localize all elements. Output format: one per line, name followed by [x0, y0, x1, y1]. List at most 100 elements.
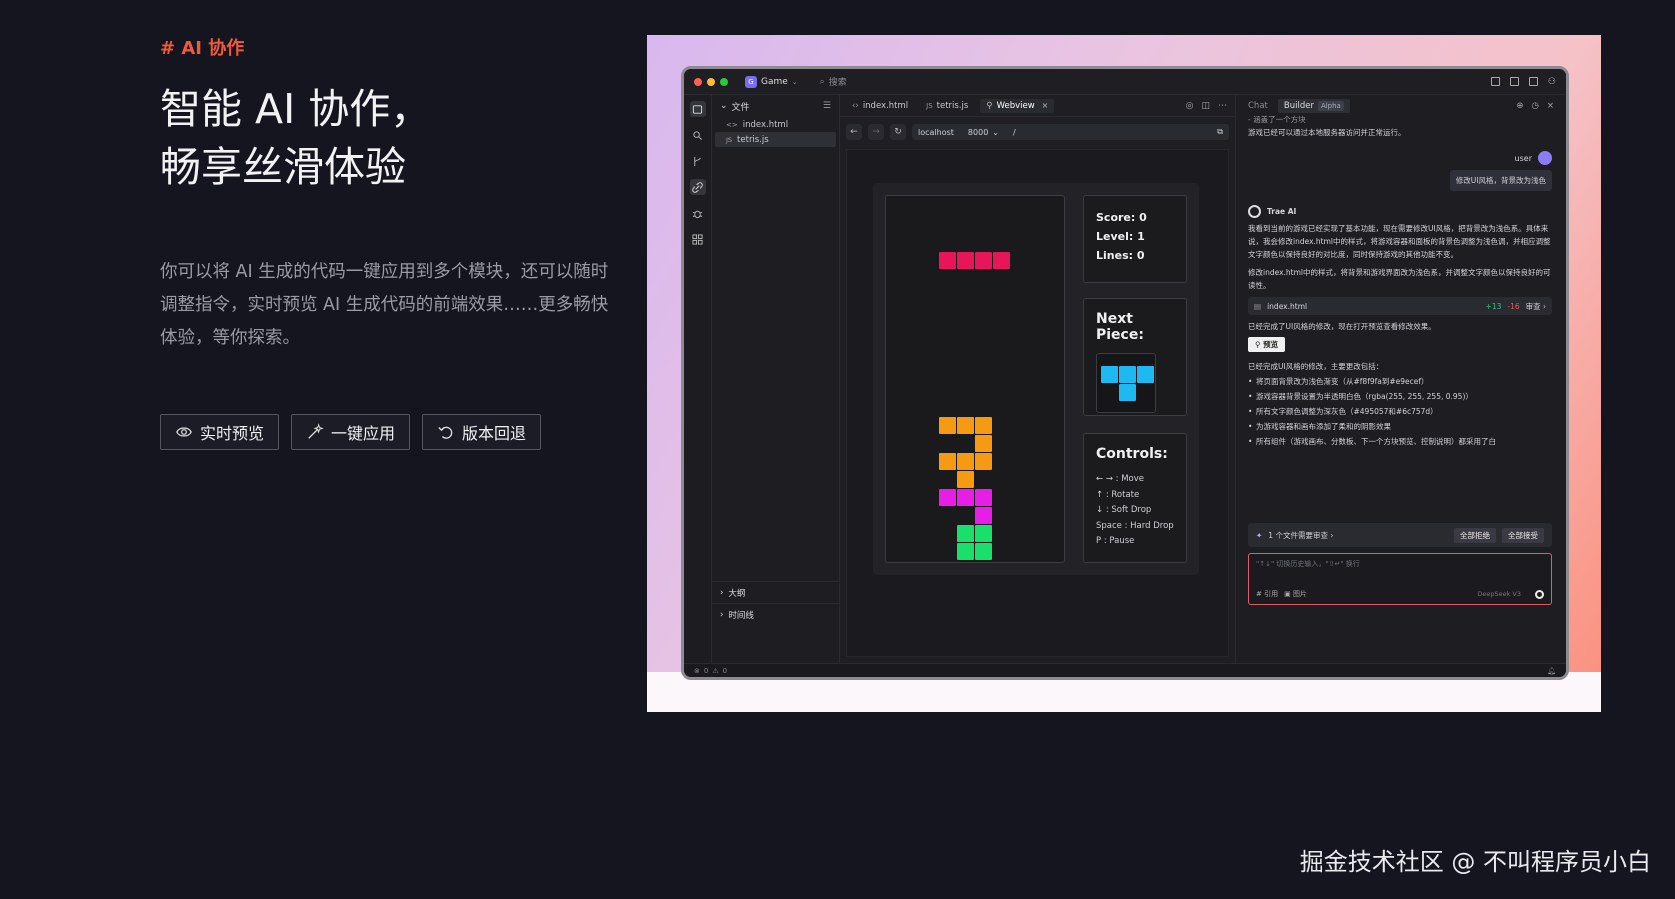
command-search[interactable]: ⌕ 搜索 [820, 75, 847, 89]
image-button[interactable]: ▣ 图片 [1284, 589, 1307, 599]
tab-webview[interactable]: ⚲ Webview × [980, 98, 1055, 113]
search-icon [693, 130, 702, 140]
tetris-game: Score: 0 Level: 1 Lines: 0 Next Piece: C… [873, 183, 1199, 575]
editor-actions: ◎ ◫ ⋯ [1186, 101, 1235, 111]
warning-icon[interactable]: ⚠ [712, 667, 718, 675]
tetris-board[interactable] [885, 195, 1065, 563]
builder-label: Builder [1283, 101, 1314, 111]
tab-tetris-js[interactable]: JS tetris.js [920, 99, 974, 113]
change-bullet: 所有文字颜色调整为深灰色（#495057和#6c757d） [1248, 405, 1552, 418]
notification-icon[interactable]: 🔔︎ [1547, 667, 1556, 675]
change-bullet: 将页面背景改为浅色渐变（从#f8f9fa到#e9ecef） [1248, 375, 1552, 388]
file-name: tetris.js [737, 134, 769, 145]
url-input[interactable]: localhost 8000 ⌄ / ⧉ [912, 124, 1229, 140]
search-activity[interactable] [690, 127, 706, 143]
send-icon[interactable] [1535, 589, 1544, 599]
review-text[interactable]: 1 个文件需要审查 › [1268, 530, 1333, 541]
chat-input-placeholder: "↑↓" 切换历史输入，"⇧↵" 换行 [1256, 560, 1360, 568]
extensions-activity[interactable] [690, 231, 706, 247]
version-rollback-button[interactable]: 版本回退 [422, 414, 542, 450]
falling-piece-block [957, 252, 974, 269]
tab-label: tetris.js [936, 100, 969, 111]
error-icon[interactable]: ⊗ [694, 667, 700, 675]
change-bullet: 为游戏容器和画布添加了柔和的阴影效果 [1248, 420, 1552, 433]
next-piece-block [1137, 366, 1154, 383]
stacked-block [957, 525, 974, 542]
source-control-activity[interactable] [690, 153, 706, 169]
close-window-dot[interactable] [694, 77, 702, 86]
accept-all-button[interactable]: 全部接受 [1502, 527, 1544, 543]
file-icon: ▤ [1254, 301, 1262, 311]
branch-icon [694, 156, 701, 166]
webview-activity[interactable] [689, 179, 706, 195]
stacked-block [975, 435, 992, 452]
score-text: Score: 0 [1096, 211, 1147, 224]
project-name: Game [761, 76, 788, 87]
editor-area: ‹› index.html JS tetris.js ⚲ Webview × ◎ ◫ ⋯… [840, 95, 1236, 663]
tab-index-html[interactable]: ‹› index.html [846, 99, 914, 113]
account-icon[interactable]: ⚇ [1548, 77, 1556, 87]
link-icon: ⚲ [986, 100, 993, 111]
workbench: ⌄ 文件 ☰ <> index.html JS tetris.js › 大纲 ›… [684, 95, 1566, 663]
forward-icon[interactable]: → [868, 124, 884, 140]
collapse-icon[interactable]: ☰ [823, 101, 831, 111]
timeline-section[interactable]: › 时间线 [712, 603, 839, 625]
ai-paragraph: 我看到当前的游戏已经实现了基本功能，现在需要修改UI风格，把背景改为浅色系。具体… [1248, 224, 1551, 259]
stacked-block [939, 489, 956, 506]
outline-section[interactable]: › 大纲 [712, 581, 839, 603]
tab-label: Webview [996, 100, 1035, 111]
reference-button[interactable]: # 引用 [1256, 589, 1278, 599]
layout-controls: ⚇ [1490, 76, 1556, 87]
status-bar: ⊗ 0 ⚠ 0 🔔︎ [684, 663, 1566, 677]
ai-header: Trae AI [1248, 205, 1552, 218]
link-icon [692, 181, 703, 193]
chevron-right-icon: › [720, 609, 724, 620]
debug-activity[interactable] [690, 205, 706, 221]
stacked-block [975, 543, 992, 560]
reload-icon[interactable]: ↻ [890, 124, 906, 140]
split-editor-icon[interactable]: ◫ [1201, 101, 1210, 111]
file-item-index-html[interactable]: <> index.html [712, 117, 839, 132]
next-piece-panel: Next Piece: [1083, 298, 1187, 416]
compass-icon[interactable]: ◎ [1186, 101, 1194, 111]
url-port: 8000 [967, 127, 989, 137]
history-icon[interactable]: ◷ [1531, 101, 1538, 111]
back-icon[interactable]: ← [846, 124, 862, 140]
explorer-activity[interactable] [689, 101, 706, 117]
controls-title: Controls: [1096, 446, 1168, 462]
bug-icon [692, 210, 703, 218]
maximize-window-dot[interactable] [720, 77, 728, 86]
more-icon[interactable]: ⋯ [1218, 101, 1227, 111]
toggle-sidebar-icon[interactable] [1490, 76, 1500, 86]
preview-button[interactable]: ⚲ 预览 [1248, 337, 1286, 352]
chat-messages: - 涵盖了一个方块 游戏已经可以通过本地服务器访问并正常运行。 user 修改U… [1248, 115, 1552, 450]
undo-icon [438, 426, 453, 439]
one-click-apply-button[interactable]: 一键应用 [291, 414, 411, 450]
close-icon[interactable]: × [1547, 101, 1554, 111]
intro-line: - 涵盖了一个方块 [1248, 115, 1306, 124]
open-external-icon[interactable]: ⧉ [1217, 127, 1223, 137]
close-tab-icon[interactable]: × [1042, 101, 1049, 110]
live-preview-button[interactable]: 实时预览 [160, 414, 280, 450]
tab-chat[interactable]: Chat [1248, 101, 1268, 111]
changed-file-card[interactable]: ▤ index.html +13 -16 审查 › [1248, 297, 1552, 315]
toggle-panel-icon[interactable] [1509, 76, 1519, 86]
file-item-tetris-js[interactable]: JS tetris.js [715, 132, 836, 147]
project-switcher[interactable]: G Game ⌄ [745, 75, 798, 88]
tab-builder[interactable]: Builder Alpha [1277, 99, 1350, 113]
chat-input[interactable]: "↑↓" 切换历史输入，"⇧↵" 换行 # 引用 ▣ 图片 DeepSeek V… [1248, 553, 1552, 605]
stacked-block [975, 417, 992, 434]
minimize-window-dot[interactable] [707, 77, 715, 86]
image-label: 图片 [1292, 590, 1307, 598]
explorer-header[interactable]: ⌄ 文件 ☰ [712, 95, 839, 117]
toggle-aux-sidebar-icon[interactable] [1528, 76, 1538, 86]
model-selector[interactable]: DeepSeek V3 [1477, 590, 1521, 598]
lines-text: Lines: 0 [1096, 249, 1145, 262]
stacked-block [939, 453, 956, 470]
js-file-icon: JS [726, 135, 733, 144]
editor-tabs: ‹› index.html JS tetris.js ⚲ Webview × ◎ ◫ ⋯ [840, 95, 1235, 117]
reject-all-button[interactable]: 全部拒绝 [1454, 527, 1496, 543]
new-chat-icon[interactable]: ⊕ [1516, 101, 1523, 111]
review-link[interactable]: 审查 › [1526, 300, 1546, 313]
ai-paragraph: 已经完成UI风格的修改，主要更改包括： [1248, 362, 1384, 371]
